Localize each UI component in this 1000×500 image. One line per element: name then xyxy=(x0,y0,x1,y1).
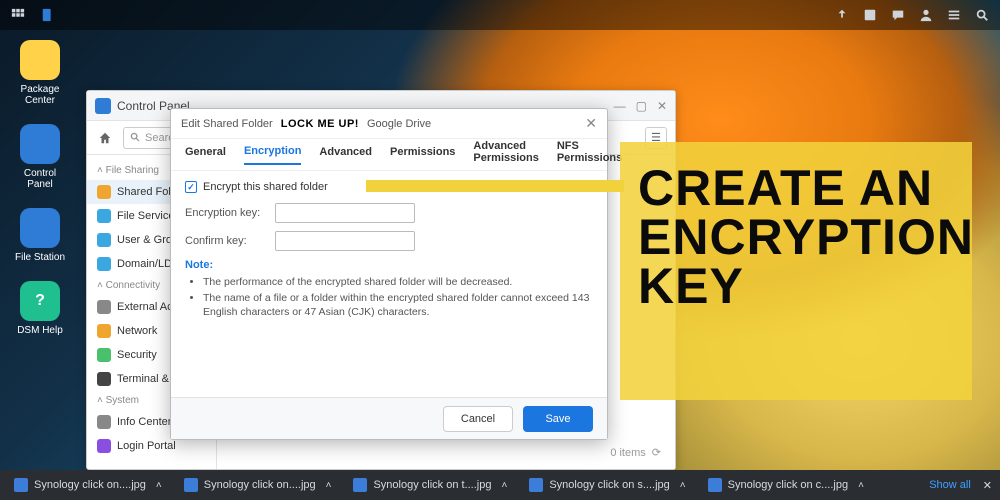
home-icon[interactable] xyxy=(95,128,115,148)
encryption-key-input[interactable] xyxy=(275,203,415,223)
desktop-icon-control-panel[interactable]: Control Panel xyxy=(10,124,70,190)
desktop-icon-dsm-help[interactable]: ? DSM Help xyxy=(10,281,70,336)
confirm-key-input[interactable] xyxy=(275,231,415,251)
refresh-icon[interactable]: ⟳ xyxy=(652,446,661,459)
tab-advanced[interactable]: Advanced xyxy=(319,146,372,164)
folder-icon xyxy=(97,185,111,199)
show-all-link[interactable]: Show all xyxy=(929,479,971,491)
browser-download-bar: Synology click on....jpg˄ Synology click… xyxy=(0,470,1000,500)
callout-connector xyxy=(366,180,624,192)
main-menu-icon[interactable] xyxy=(6,3,30,27)
close-icon[interactable]: ✕ xyxy=(585,115,597,132)
note-heading: Note: xyxy=(185,259,593,271)
save-button[interactable]: Save xyxy=(523,406,593,432)
options-icon[interactable] xyxy=(942,3,966,27)
desktop-icon-package-center[interactable]: Package Center xyxy=(10,40,70,106)
portal-icon xyxy=(97,439,111,453)
dialog-tabs: General Encryption Advanced Permissions … xyxy=(171,139,607,171)
globe-icon xyxy=(97,300,111,314)
widget-icon[interactable] xyxy=(858,3,882,27)
window-close-icon[interactable]: ✕ xyxy=(657,99,667,113)
download-item[interactable]: Synology click on t....jpg˄ xyxy=(347,478,513,492)
window-minimize-icon[interactable]: — xyxy=(614,99,626,113)
domain-icon xyxy=(97,257,111,271)
system-topbar xyxy=(0,0,1000,30)
dialog-footer: Cancel Save xyxy=(171,397,607,439)
desktop-icon-label: DSM Help xyxy=(17,325,63,336)
file-icon xyxy=(353,478,367,492)
desktop-icon-label: Control Panel xyxy=(10,168,70,190)
note-item: The performance of the encrypted shared … xyxy=(203,275,593,289)
encryption-key-label: Encryption key: xyxy=(185,207,275,219)
dialog-title: Edit Shared Folder xyxy=(181,118,273,130)
info-icon xyxy=(97,415,111,429)
upload-icon[interactable] xyxy=(830,3,854,27)
confirm-key-label: Confirm key: xyxy=(185,235,275,247)
tab-advanced-permissions[interactable]: Advanced Permissions xyxy=(473,140,538,170)
file-icon xyxy=(708,478,722,492)
desktop-icon-label: Package Center xyxy=(10,84,70,106)
edit-shared-folder-dialog: Edit Shared Folder LOCK ME UP! Google Dr… xyxy=(170,108,608,440)
file-icon xyxy=(529,478,543,492)
desktop-icon-label: File Station xyxy=(15,252,65,263)
taskbar-app-icon[interactable] xyxy=(36,3,60,27)
note-list: The performance of the encrypted shared … xyxy=(185,275,593,320)
encrypt-checkbox-label: Encrypt this shared folder xyxy=(203,181,328,193)
close-icon[interactable]: ✕ xyxy=(983,479,992,492)
note-item: The name of a file or a folder within th… xyxy=(203,291,593,319)
user-icon[interactable] xyxy=(914,3,938,27)
download-item[interactable]: Synology click on....jpg˄ xyxy=(8,478,168,492)
dialog-annotation: LOCK ME UP! xyxy=(281,118,359,130)
callout-text: CREATE AN ENCRYPTION KEY xyxy=(638,164,954,311)
status-bar: 0 items ⟳ xyxy=(610,446,661,459)
chevron-up-icon[interactable]: ˄ xyxy=(680,480,686,491)
chevron-up-icon[interactable]: ˄ xyxy=(858,480,864,491)
download-item[interactable]: Synology click on....jpg˄ xyxy=(178,478,338,492)
chat-icon[interactable] xyxy=(886,3,910,27)
download-item[interactable]: Synology click on c....jpg˄ xyxy=(702,478,870,492)
window-maximize-icon[interactable]: ▢ xyxy=(636,99,647,113)
download-item[interactable]: Synology click on s....jpg˄ xyxy=(523,478,691,492)
search-icon[interactable] xyxy=(970,3,994,27)
dialog-subtitle: Google Drive xyxy=(367,118,431,130)
window-app-icon xyxy=(95,98,111,114)
shield-icon xyxy=(97,348,111,362)
cancel-button[interactable]: Cancel xyxy=(443,406,513,432)
file-icon xyxy=(14,478,28,492)
dialog-titlebar[interactable]: Edit Shared Folder LOCK ME UP! Google Dr… xyxy=(171,109,607,139)
chevron-up-icon[interactable]: ˄ xyxy=(501,480,507,491)
tab-nfs-permissions[interactable]: NFS Permissions xyxy=(557,140,622,170)
chevron-up-icon[interactable]: ˄ xyxy=(156,480,162,491)
tab-encryption[interactable]: Encryption xyxy=(244,145,301,165)
network-icon xyxy=(97,324,111,338)
services-icon xyxy=(97,209,111,223)
user-icon xyxy=(97,233,111,247)
chevron-up-icon[interactable]: ˄ xyxy=(326,480,332,491)
encrypt-checkbox[interactable]: ✓ xyxy=(185,181,197,193)
tab-general[interactable]: General xyxy=(185,146,226,164)
desktop-icons: Package Center Control Panel File Statio… xyxy=(10,40,70,336)
terminal-icon xyxy=(97,372,111,386)
desktop-icon-file-station[interactable]: File Station xyxy=(10,208,70,263)
callout-box: CREATE AN ENCRYPTION KEY xyxy=(620,142,972,400)
file-icon xyxy=(184,478,198,492)
dialog-content: ✓ Encrypt this shared folder Encryption … xyxy=(171,171,607,332)
tab-permissions[interactable]: Permissions xyxy=(390,146,455,164)
